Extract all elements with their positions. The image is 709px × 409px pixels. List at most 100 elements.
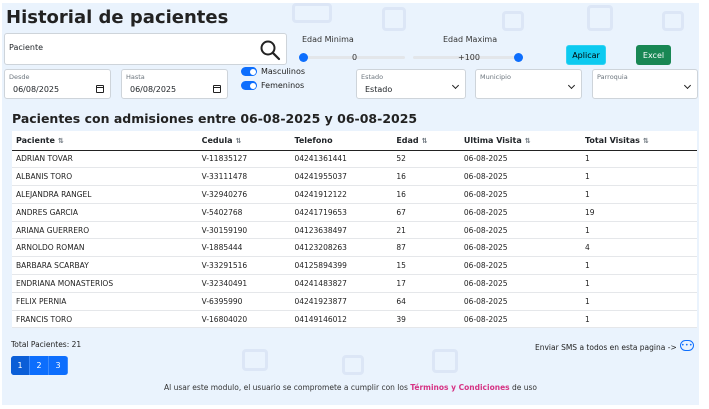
table-cell: V-16804020 — [197, 310, 291, 329]
table-row[interactable]: ARNOLDO ROMAN V-1885444 04123208263 87 06-08… — [12, 238, 697, 258]
sort-icon[interactable]: ⇅ — [235, 137, 241, 145]
column-header-label: Total Visitas — [584, 135, 640, 145]
table-cell: 04123638497 — [290, 221, 393, 240]
table-cell: 16 — [392, 185, 460, 204]
table-cell: 06-08-2025 — [459, 238, 581, 258]
page-title: Historial de pacientes — [6, 7, 229, 28]
table-cell: 06-08-2025 — [459, 292, 581, 311]
search-input[interactable]: Paciente — [4, 33, 287, 65]
age-min-value: 0 — [352, 53, 358, 62]
column-header[interactable]: Total Visitas ⇅ — [580, 131, 697, 151]
search-input-value: Paciente — [9, 43, 44, 52]
sort-icon[interactable]: ⇅ — [643, 137, 649, 145]
estado-label: Estado — [361, 73, 384, 81]
table-cell: 1 — [580, 310, 697, 329]
table-cell: ENDRIANA MONASTERIOS — [12, 274, 198, 293]
table-cell: 52 — [392, 150, 460, 169]
background-decoration — [292, 3, 332, 23]
page-button[interactable]: 2 — [30, 356, 49, 375]
background-decoration — [502, 11, 524, 31]
table-cell: ADRIAN TOVAR — [12, 150, 198, 169]
table-cell: V-11835127 — [197, 150, 291, 169]
table-cell: 1 — [580, 292, 697, 311]
table-cell: ALBANIS TORO — [12, 167, 198, 187]
column-header[interactable]: Cedula ⇅ — [197, 131, 291, 151]
column-header[interactable]: Paciente ⇅ — [12, 131, 198, 151]
chevron-down-icon — [567, 81, 576, 90]
background-decoration — [662, 11, 684, 31]
table-row[interactable]: ARIANA GUERRERO V-30159190 04123638497 21 06… — [12, 221, 697, 240]
municipio-select[interactable]: Municipio — [475, 69, 582, 99]
table-cell: 06-08-2025 — [459, 203, 581, 222]
age-min-slider-thumb[interactable] — [299, 53, 308, 62]
table-cell: 1 — [580, 256, 697, 276]
table-row[interactable]: ALBANIS TORO V-33111478 04241955037 16 06-08… — [12, 167, 697, 187]
table-title: Pacientes con admisiones entre 06-08-202… — [12, 111, 418, 126]
background-decoration — [242, 349, 268, 371]
table-cell: 1 — [580, 221, 697, 240]
sms-chat-icon[interactable]: ••• — [680, 340, 694, 351]
table-row[interactable]: ENDRIANA MONASTERIOS V-32340491 0424148382… — [12, 274, 697, 293]
sort-icon[interactable]: ⇅ — [422, 137, 428, 145]
calendar-icon[interactable] — [213, 85, 221, 93]
table-cell: 39 — [392, 310, 460, 329]
page-button[interactable]: 1 — [11, 356, 30, 375]
table-row[interactable]: ANDRES GARCIA V-5402768 04241719653 67 06-08… — [12, 203, 697, 222]
female-toggle[interactable] — [241, 81, 257, 90]
terms-footer: Al usar este modulo, el usuario se compr… — [2, 383, 699, 392]
chevron-down-icon — [451, 81, 460, 90]
table-cell: 04125894399 — [290, 256, 393, 276]
table-row[interactable]: FELIX PERNIA V-6395990 04241923877 64 06-08-… — [12, 292, 697, 311]
male-toggle[interactable] — [241, 67, 257, 76]
sort-icon[interactable]: ⇅ — [58, 137, 64, 145]
table-cell: 1 — [580, 150, 697, 169]
date-to-field[interactable]: Hasta 06/08/2025 — [121, 69, 228, 99]
estado-value: Estado — [365, 85, 393, 94]
column-header[interactable]: Edad ⇅ — [392, 131, 460, 151]
table-cell: V-32940276 — [197, 185, 291, 204]
table-cell: ARIANA GUERRERO — [12, 221, 198, 240]
table-cell: 04123208263 — [290, 238, 393, 258]
column-header-label: Ultima Visita — [463, 135, 522, 145]
estado-select[interactable]: Estado Estado — [356, 69, 466, 99]
table-cell: 06-08-2025 — [459, 256, 581, 276]
parroquia-label: Parroquia — [597, 73, 628, 81]
table-cell: V-5402768 — [197, 203, 291, 222]
patient-history-page: Historial de pacientes Paciente Edad Min… — [2, 3, 699, 405]
table-cell: 1 — [580, 167, 697, 187]
background-decoration — [382, 7, 406, 31]
table-row[interactable]: ADRIAN TOVAR V-11835127 04241361441 52 06-08… — [12, 150, 697, 169]
table-cell: 17 — [392, 274, 460, 293]
apply-button[interactable]: Aplicar — [566, 45, 606, 65]
parroquia-select[interactable]: Parroquia — [592, 69, 698, 99]
table-row[interactable]: ALEJANDRA RANGEL V-32940276 04241912122 16 0… — [12, 185, 697, 204]
female-toggle-label: Femeninos — [261, 81, 305, 90]
terms-link[interactable]: Términos y Condiciones — [410, 383, 509, 392]
page-button[interactable]: 3 — [49, 356, 68, 375]
calendar-icon[interactable] — [96, 85, 104, 93]
table-cell: FELIX PERNIA — [12, 292, 198, 311]
table-row[interactable]: BARBARA SCARBAY V-33291516 04125894399 15 06… — [12, 256, 697, 276]
table-cell: 15 — [392, 256, 460, 276]
table-cell: 04241719653 — [290, 203, 393, 222]
table-row[interactable]: FRANCIS TORO V-16804020 04149146012 39 06-08… — [12, 310, 697, 329]
table-cell: ALEJANDRA RANGEL — [12, 185, 198, 204]
table-cell: 04241923877 — [290, 292, 393, 311]
table-cell: V-1885444 — [197, 238, 291, 258]
background-decoration — [432, 349, 458, 373]
age-max-slider-thumb[interactable] — [514, 53, 523, 62]
search-icon[interactable] — [258, 38, 282, 62]
send-sms-label: Enviar SMS a todos en esta pagina -> — [535, 343, 677, 352]
sort-icon[interactable]: ⇅ — [525, 137, 531, 145]
table-cell: 4 — [580, 238, 697, 258]
table-cell: 1 — [580, 185, 697, 204]
pagination: 123 — [11, 356, 68, 375]
table-cell: V-33111478 — [197, 167, 291, 187]
age-max-label: Edad Maxima — [443, 35, 498, 44]
date-from-field[interactable]: Desde 06/08/2025 — [4, 69, 111, 99]
column-header-label: Telefono — [294, 135, 333, 145]
column-header[interactable]: Ultima Visita ⇅ — [459, 131, 581, 151]
table-cell: 06-08-2025 — [459, 221, 581, 240]
excel-export-button[interactable]: Excel — [636, 45, 671, 65]
total-patients: Total Pacientes: 21 — [11, 340, 82, 349]
